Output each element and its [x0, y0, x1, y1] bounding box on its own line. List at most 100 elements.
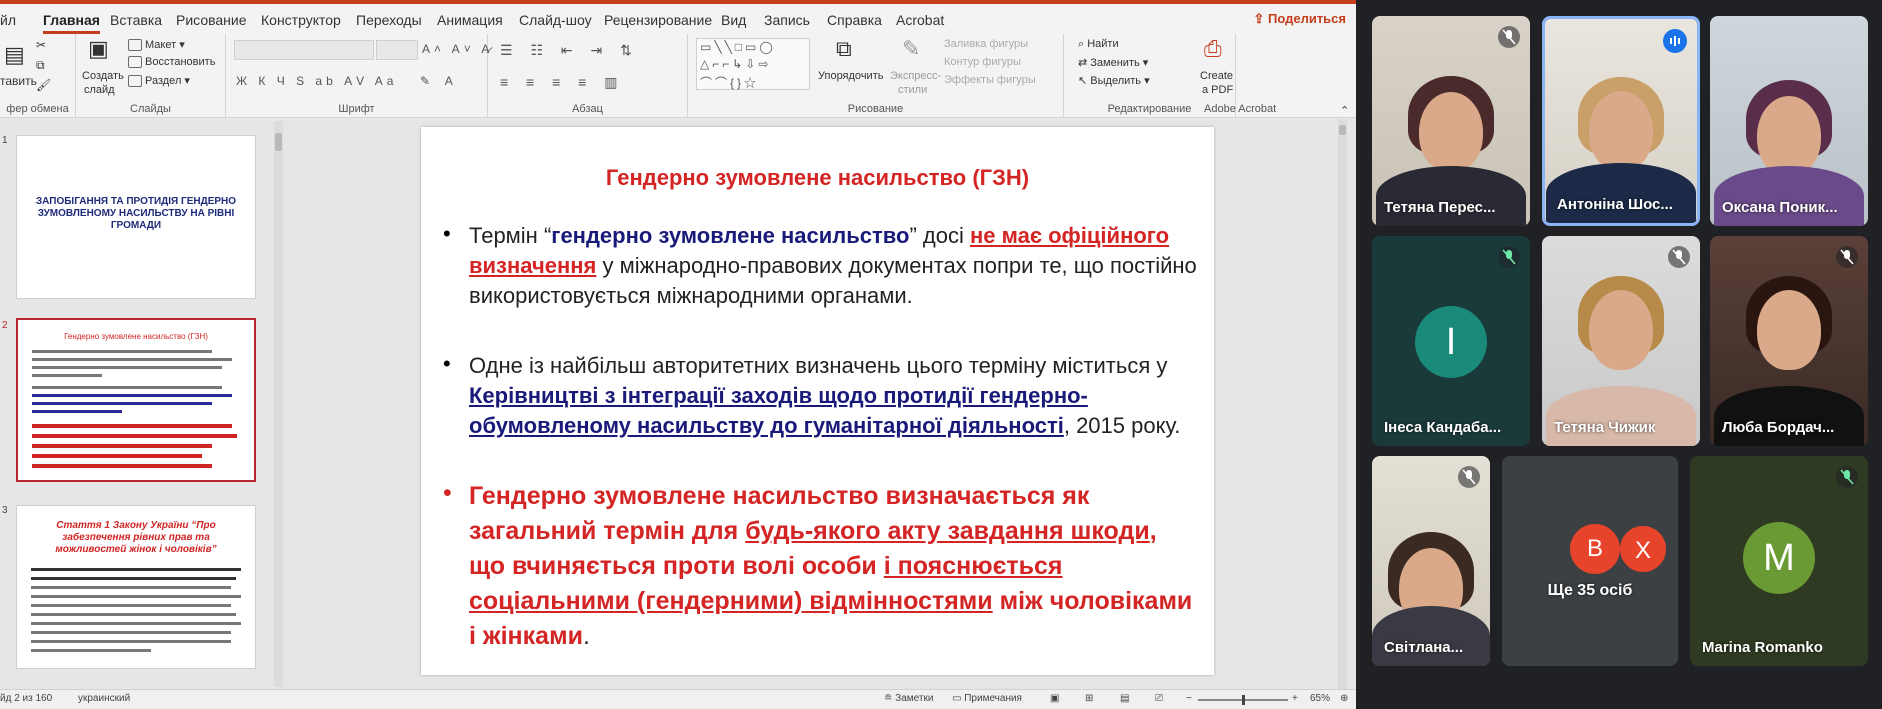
slide-counter: йд 2 из 160	[0, 693, 53, 704]
search-icon: ⌕	[1078, 38, 1088, 50]
slide-sorter-icon[interactable]: ⊞	[1085, 693, 1093, 704]
new-slide-button-line2[interactable]: слайд	[84, 84, 115, 96]
shape-effects-button[interactable]: Эффекты фигуры	[944, 74, 1036, 86]
font-style-buttons[interactable]: Ж К Ч S ab АV Aa	[236, 74, 397, 88]
slideshow-icon[interactable]: ⎚	[1155, 693, 1163, 704]
thumb-3-text-line	[31, 613, 236, 616]
participant-tile[interactable]: Тетяна Чижик	[1542, 236, 1700, 446]
select-button[interactable]: ↖ Выделить ▾	[1078, 74, 1150, 87]
slide-thumbnail-1[interactable]: ЗАПОБІГАННЯ ТА ПРОТИДІЯ ГЕНДЕРНО ЗУМОВЛЕ…	[16, 135, 256, 299]
participant-video	[1710, 16, 1868, 226]
tab-slideshow[interactable]: Слайд-шоу	[519, 12, 592, 28]
tab-review[interactable]: Рецензирование	[604, 12, 712, 28]
create-pdf-icon[interactable]: ⎙	[1204, 36, 1222, 62]
drawing-group: ▭╲╲□▭◯ △⌐⌐↳⇩⇨ ⌒⌒{}☆ ⧉ Упорядочить ✎ Эксп…	[688, 34, 1064, 118]
participant-avatar: I	[1415, 306, 1487, 378]
shape-outline-button[interactable]: Контур фигуры	[944, 56, 1021, 68]
app-root: йл Главная Вставка Рисование Конструктор…	[0, 0, 1882, 709]
zoom-slider-thumb[interactable]	[1242, 695, 1245, 705]
zoom-out-icon[interactable]: −	[1186, 693, 1192, 704]
status-bar: йд 2 из 160 украинский ≘ Заметки ▭ Приме…	[0, 689, 1356, 709]
shapes-gallery[interactable]: ▭╲╲□▭◯ △⌐⌐↳⇩⇨ ⌒⌒{}☆	[696, 38, 810, 90]
normal-view-icon[interactable]: ▣	[1050, 693, 1059, 704]
thumb-3-text-line	[31, 649, 151, 652]
reset-button[interactable]: Восстановить	[128, 56, 215, 69]
quick-styles-button-line2[interactable]: стили	[898, 84, 927, 96]
tab-view[interactable]: Вид	[721, 12, 746, 28]
arrange-icon[interactable]: ⧉	[836, 36, 852, 62]
font-color-buttons[interactable]: ✎ A	[420, 74, 459, 88]
thumbnail-scrollbar-thumb[interactable]	[275, 133, 282, 151]
tab-record[interactable]: Запись	[764, 12, 810, 28]
slide-thumbnail-3[interactable]: Стаття 1 Закону України “Про забезпеченн…	[16, 505, 256, 669]
font-name-box[interactable]	[234, 40, 374, 60]
comments-button[interactable]: ▭ Примечания	[952, 693, 1022, 704]
thumb-3-title: Стаття 1 Закону України “Про забезпеченн…	[55, 520, 217, 555]
quick-styles-icon[interactable]: ✎	[902, 36, 920, 62]
list-buttons[interactable]: ☰ ☷ ⇤ ⇥ ⇅	[500, 42, 639, 59]
participant-name: Інеса Кандаба...	[1384, 419, 1502, 436]
thumbnail-scrollbar[interactable]	[274, 121, 283, 687]
participant-tile-speaking[interactable]: Антоніна Шос...	[1542, 16, 1700, 226]
align-buttons[interactable]: ≡ ≡ ≡ ≡ ▥	[500, 74, 624, 91]
slide-scrollbar-thumb[interactable]	[1339, 125, 1346, 135]
paste-button[interactable]: тавить	[0, 74, 37, 88]
find-button[interactable]: ⌕ Найти	[1078, 38, 1119, 51]
thumb-2-text-line	[32, 386, 222, 389]
format-painter-icon[interactable]: 🖌	[36, 78, 51, 92]
collapse-ribbon-icon[interactable]: ⌃	[1340, 104, 1349, 117]
participant-tile[interactable]: Люба Бордач...	[1710, 236, 1868, 446]
tab-file[interactable]: йл	[0, 12, 16, 28]
comment-icon: ▭	[952, 693, 965, 704]
font-size-controls[interactable]: A˄ A˅ A̷	[422, 42, 493, 56]
tab-design[interactable]: Конструктор	[261, 12, 341, 28]
participant-face	[1757, 290, 1821, 370]
participant-tile[interactable]: Тетяна Перес...	[1372, 16, 1530, 226]
slide-scrollbar[interactable]	[1338, 119, 1347, 689]
participant-face	[1419, 92, 1483, 172]
participant-name: Тетяна Чижик	[1554, 419, 1656, 436]
participant-tile[interactable]: I Інеса Кандаба...	[1372, 236, 1530, 446]
tab-home[interactable]: Главная	[43, 12, 100, 34]
cut-icon[interactable]: ✂	[36, 38, 46, 52]
share-button[interactable]: ⇪ Поделиться	[1253, 11, 1346, 27]
fit-to-window-icon[interactable]: ⊕	[1340, 693, 1348, 704]
layout-button[interactable]: Макет ▾	[128, 38, 185, 52]
participant-name: Антоніна Шос...	[1557, 196, 1673, 213]
new-slide-icon[interactable]: ▣	[88, 36, 109, 62]
slide-thumbnail-2[interactable]: Гендерно зумовлене насильство (ГЗН)	[16, 318, 256, 482]
font-size-box[interactable]	[376, 40, 418, 60]
new-slide-button[interactable]: Создать	[82, 70, 124, 82]
muted-mic-icon	[1836, 466, 1858, 488]
participant-tile[interactable]: M Marina Romanko	[1690, 456, 1868, 666]
tab-help[interactable]: Справка	[827, 12, 882, 28]
zoom-in-icon[interactable]: +	[1292, 693, 1298, 704]
language-indicator[interactable]: украинский	[78, 693, 130, 704]
paste-icon[interactable]: ▤	[4, 42, 25, 68]
font-group: A˄ A˅ A̷ Ж К Ч S ab АV Aa ✎ A Шрифт	[226, 34, 489, 118]
reading-view-icon[interactable]: ▤	[1120, 693, 1129, 704]
shape-fill-button[interactable]: Заливка фигуры	[944, 38, 1028, 50]
quick-styles-button[interactable]: Экспресс-	[890, 70, 941, 82]
tab-acrobat[interactable]: Acrobat	[896, 12, 944, 28]
notes-button[interactable]: ≘ Заметки	[884, 693, 933, 704]
more-participants-tile[interactable]: В Х Ще 35 осіб	[1502, 456, 1678, 666]
replace-button[interactable]: ⇄ Заменить ▾	[1078, 56, 1148, 69]
tab-insert[interactable]: Вставка	[110, 12, 162, 28]
participant-tile[interactable]: Оксана Поник...	[1710, 16, 1868, 226]
bullet-dot: •	[443, 221, 451, 246]
copy-icon[interactable]: ⧉	[36, 58, 45, 73]
create-pdf-button-line2[interactable]: a PDF	[1202, 84, 1233, 96]
layout-icon	[128, 39, 142, 52]
current-slide[interactable]: Гендерно зумовлене насильство (ГЗН) • Те…	[421, 127, 1214, 675]
section-button[interactable]: Раздел ▾	[128, 74, 190, 88]
zoom-slider[interactable]	[1198, 695, 1288, 705]
create-pdf-button[interactable]: Create	[1200, 70, 1233, 82]
arrange-button[interactable]: Упорядочить	[818, 70, 883, 82]
tab-draw[interactable]: Рисование	[176, 12, 247, 28]
thumb-2-title: Гендерно зумовлене насильство (ГЗН)	[64, 332, 208, 341]
zoom-level[interactable]: 65%	[1310, 693, 1330, 704]
participant-tile[interactable]: Світлана...	[1372, 456, 1490, 666]
tab-animations[interactable]: Анимация	[437, 12, 503, 28]
tab-transitions[interactable]: Переходы	[356, 12, 422, 28]
